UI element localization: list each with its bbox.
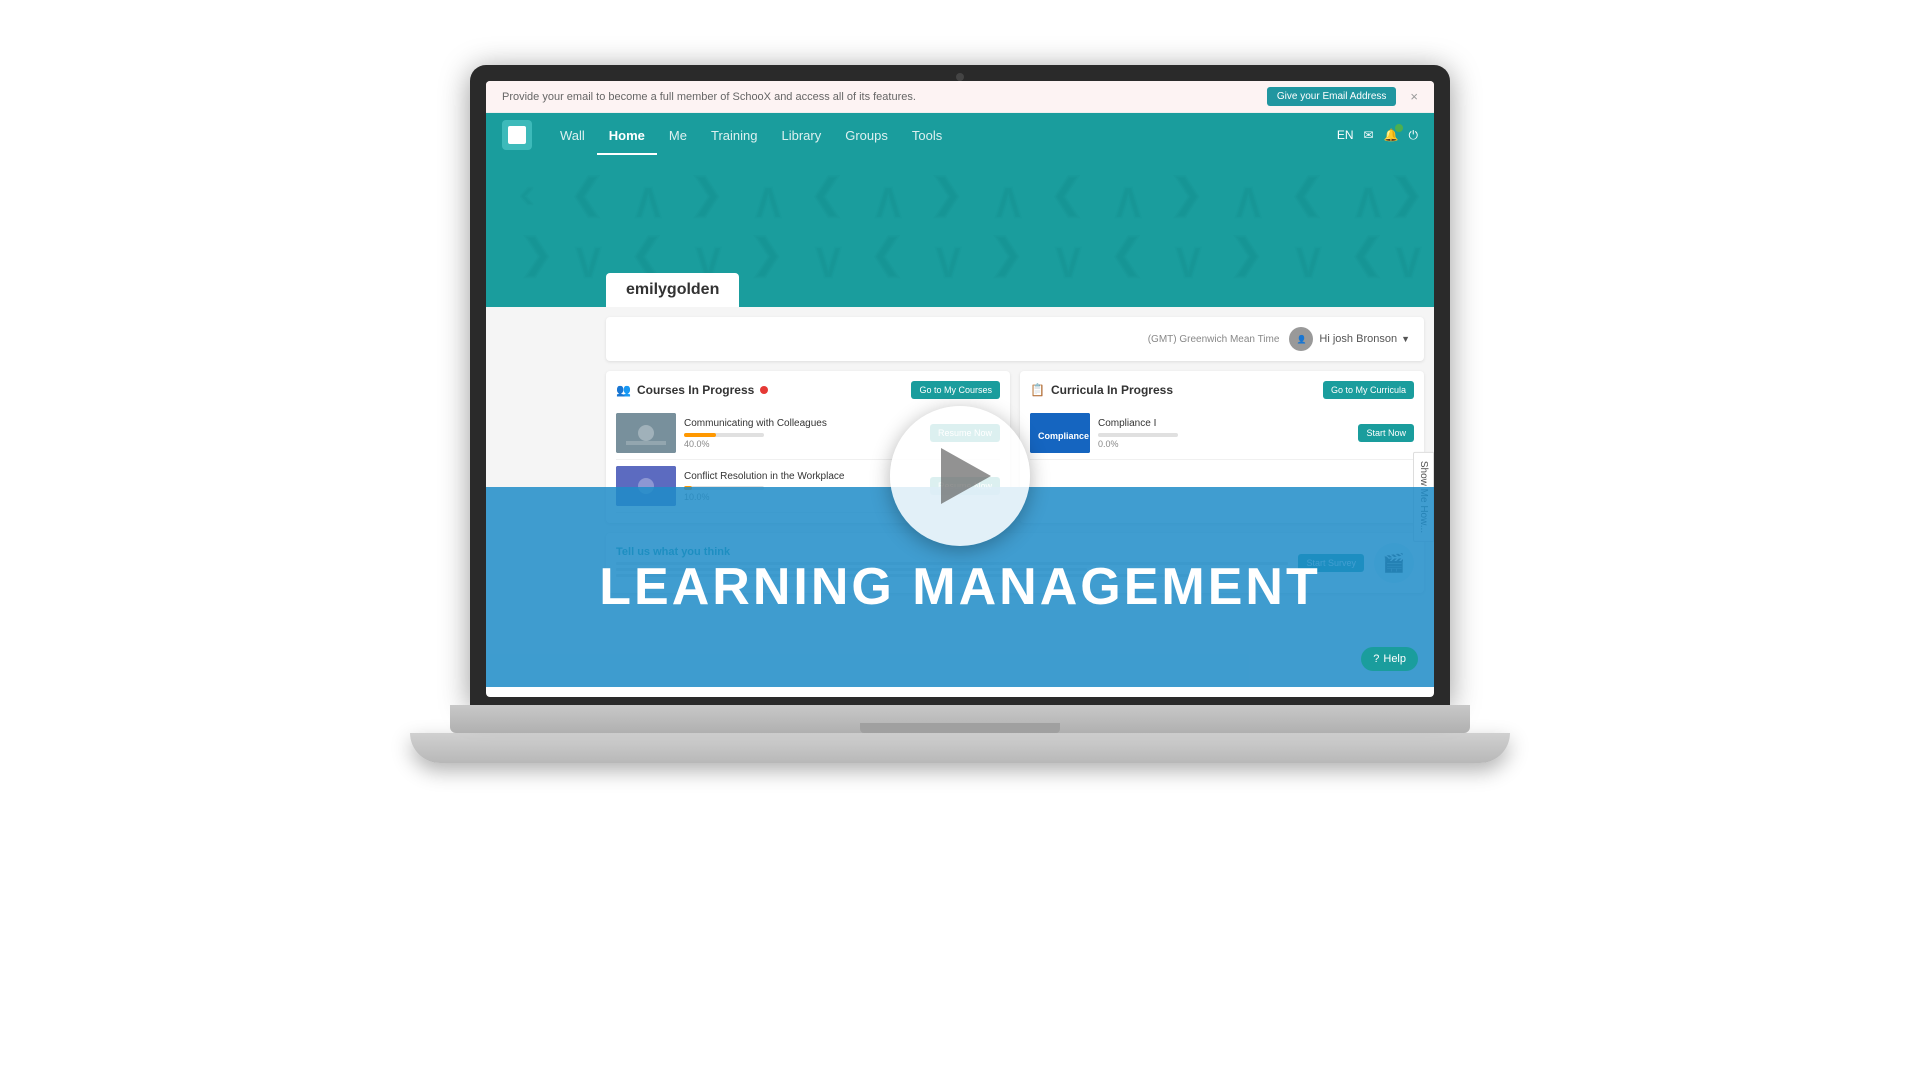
- nav-link-tools[interactable]: Tools: [900, 116, 954, 155]
- screen-bezel: Provide your email to become a full memb…: [470, 65, 1450, 705]
- notification-actions: Give your Email Address ×: [1267, 87, 1418, 106]
- svg-text:∧: ∧: [750, 172, 787, 228]
- svg-text:❮: ❮: [1050, 172, 1084, 217]
- svg-text:∧: ∧: [990, 172, 1027, 228]
- play-button-container: [890, 406, 1030, 546]
- nav-right: EN ✉ 🔔 ⏻: [1337, 128, 1418, 143]
- nav-link-me[interactable]: Me: [657, 116, 699, 155]
- svg-text:❮: ❮: [1110, 232, 1144, 277]
- svg-text:❮: ❮: [870, 232, 904, 277]
- svg-text:❮: ❮: [630, 232, 664, 277]
- notification-message: Provide your email to become a full memb…: [502, 91, 916, 103]
- laptop-frame: Provide your email to become a full memb…: [430, 65, 1490, 1015]
- nav-mail-icon[interactable]: ✉: [1363, 128, 1373, 142]
- nav-language[interactable]: EN: [1337, 128, 1354, 142]
- svg-text:❯: ❯: [930, 172, 964, 217]
- svg-text:∨: ∨: [1050, 232, 1087, 288]
- svg-text:❮: ❮: [1290, 172, 1324, 217]
- hero-section: ‹ ❮ ∧ ❯ ∧ ❮ ∧ ❯ ∧ ❮ ∧ ❯ ∧ ❮ ∧: [486, 157, 1434, 307]
- nav-power-icon[interactable]: ⏻: [1409, 128, 1419, 143]
- svg-text:❯: ❯: [750, 232, 784, 277]
- svg-text:‹: ‹: [520, 172, 533, 216]
- svg-text:❮: ❮: [570, 172, 604, 217]
- nav-link-wall[interactable]: Wall: [548, 116, 597, 155]
- help-button[interactable]: ? Help: [1361, 647, 1418, 671]
- svg-text:∧: ∧: [1350, 172, 1387, 228]
- nav-link-home[interactable]: Home: [597, 116, 657, 155]
- svg-text:∧: ∧: [1110, 172, 1147, 228]
- give-email-button[interactable]: Give your Email Address: [1267, 87, 1397, 106]
- svg-text:❯: ❯: [1390, 172, 1424, 217]
- play-button[interactable]: [890, 406, 1030, 546]
- nav-link-groups[interactable]: Groups: [833, 116, 900, 155]
- svg-text:❮: ❮: [1350, 232, 1384, 277]
- help-label: Help: [1383, 653, 1406, 665]
- svg-text:❯: ❯: [990, 232, 1024, 277]
- svg-text:∨: ∨: [1290, 232, 1327, 288]
- close-notification-button[interactable]: ×: [1410, 89, 1418, 104]
- svg-text:∨: ∨: [930, 232, 967, 288]
- svg-text:∧: ∧: [870, 172, 907, 228]
- svg-text:∧: ∧: [1230, 172, 1267, 228]
- svg-text:∨: ∨: [1390, 232, 1427, 288]
- nav-link-training[interactable]: Training: [699, 116, 769, 155]
- svg-text:∨: ∨: [1170, 232, 1207, 288]
- notification-bar: Provide your email to become a full memb…: [486, 81, 1434, 113]
- logo[interactable]: [502, 120, 532, 150]
- svg-text:∧: ∧: [630, 172, 667, 228]
- svg-text:❯: ❯: [1170, 172, 1204, 217]
- hero-username: emilygolden: [606, 273, 739, 307]
- svg-text:❯: ❯: [690, 172, 724, 217]
- svg-text:∨: ∨: [810, 232, 847, 288]
- svg-text:∨: ∨: [570, 232, 607, 288]
- help-icon: ?: [1373, 653, 1379, 665]
- svg-text:❯: ❯: [520, 232, 554, 277]
- nav-link-library[interactable]: Library: [769, 116, 833, 155]
- nav-links: Wall Home Me Training Library Groups Too…: [548, 116, 1337, 155]
- logo-inner: [508, 126, 526, 144]
- nav-bar: Wall Home Me Training Library Groups Too…: [486, 113, 1434, 157]
- nav-notification-icon[interactable]: 🔔: [1384, 128, 1399, 142]
- screen-content: Provide your email to become a full memb…: [486, 81, 1434, 697]
- play-icon: [941, 448, 991, 504]
- laptop-shadow: [410, 733, 1510, 763]
- notification-badge: [1395, 124, 1403, 132]
- svg-text:❯: ❯: [1230, 232, 1264, 277]
- learning-management-title: LEARNING MANAGEMENT: [599, 557, 1320, 617]
- laptop-base: [450, 705, 1470, 733]
- svg-text:❮: ❮: [810, 172, 844, 217]
